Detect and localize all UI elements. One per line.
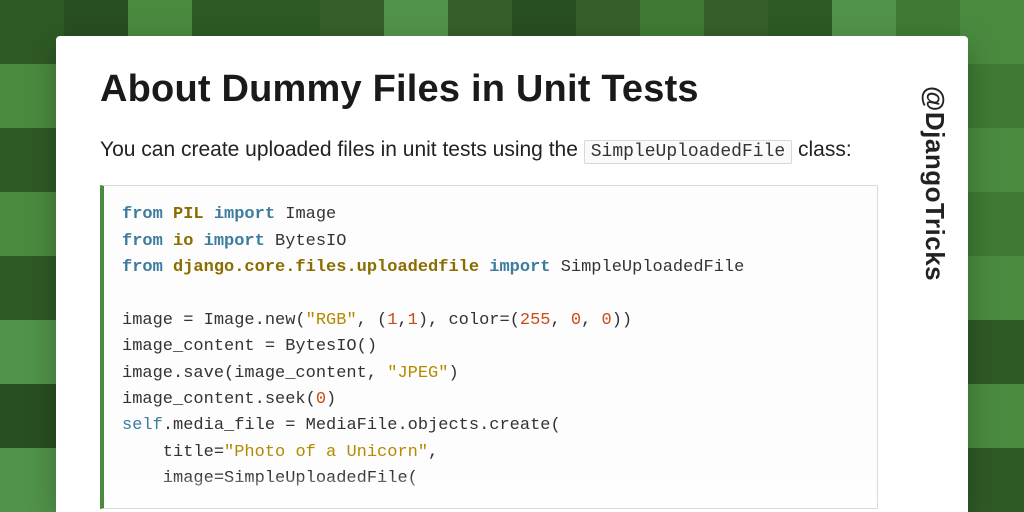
code-block: from PIL import Image from io import Byt… (100, 185, 878, 509)
num: 1 (408, 311, 418, 330)
code-text: ) (326, 390, 336, 409)
article-card: @DjangoTricks About Dummy Files in Unit … (56, 36, 968, 512)
code-text: image = Image.new( (122, 311, 306, 330)
str: "Photo of a Unicorn" (224, 443, 428, 462)
num: 0 (602, 311, 612, 330)
kw-self: self (122, 416, 163, 435)
intro-text-pre: You can create uploaded files in unit te… (100, 138, 584, 161)
mod-pil: PIL (173, 205, 204, 224)
author-watermark: @DjangoTricks (919, 86, 950, 281)
num: 1 (387, 311, 397, 330)
num: 0 (316, 390, 326, 409)
code-text: ), color=( (418, 311, 520, 330)
str: "JPEG" (387, 364, 448, 383)
kw-from: from (122, 258, 163, 277)
code-text: , ( (357, 311, 388, 330)
mod-django: django.core.files.uploadedfile (173, 258, 479, 277)
page-title: About Dummy Files in Unit Tests (100, 68, 878, 111)
intro-paragraph: You can create uploaded files in unit te… (100, 135, 878, 165)
code-text: title= (122, 443, 224, 462)
kw-import: import (489, 258, 550, 277)
kw-from: from (122, 205, 163, 224)
code-text: ) (448, 364, 458, 383)
code-text: , (428, 443, 438, 462)
inline-code-classname: SimpleUploadedFile (584, 140, 792, 164)
code-text: BytesIO (265, 232, 347, 251)
code-text: , (581, 311, 601, 330)
code-text: , (551, 311, 571, 330)
article-content: About Dummy Files in Unit Tests You can … (100, 68, 878, 512)
num: 255 (520, 311, 551, 330)
code-text: , (397, 311, 407, 330)
code-text: image=SimpleUploadedFile( (122, 469, 418, 488)
kw-import: import (204, 232, 265, 251)
code-text: image_content.seek( (122, 390, 316, 409)
code-text: Image (275, 205, 336, 224)
num: 0 (571, 311, 581, 330)
code-text: SimpleUploadedFile (551, 258, 745, 277)
mod-io: io (173, 232, 193, 251)
code-text: image.save(image_content, (122, 364, 387, 383)
code-text: image_content = BytesIO() (122, 337, 377, 356)
code-text: .media_file = MediaFile.objects.create( (163, 416, 561, 435)
code-text: )) (612, 311, 632, 330)
intro-text-post: class: (792, 138, 852, 161)
kw-from: from (122, 232, 163, 251)
kw-import: import (214, 205, 275, 224)
str: "RGB" (306, 311, 357, 330)
